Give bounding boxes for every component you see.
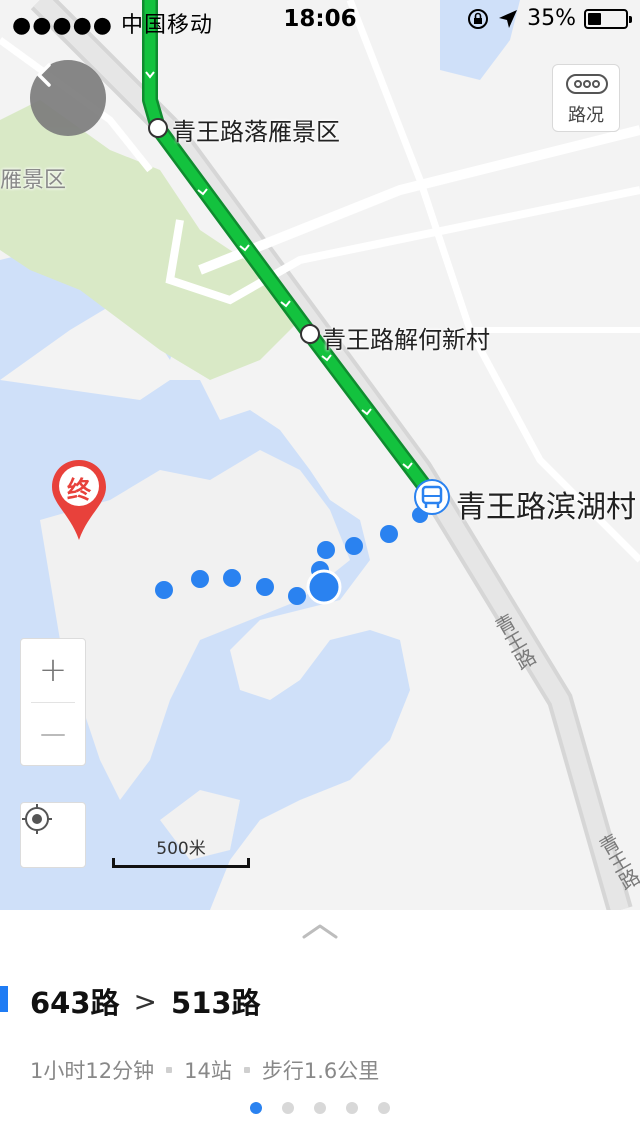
route-arrow: > bbox=[133, 984, 158, 1018]
route-walk: 步行1.6公里 bbox=[261, 1059, 380, 1083]
stop-marker bbox=[148, 118, 168, 138]
zoom-control: + — bbox=[20, 638, 86, 766]
route-summary[interactable]: 643路 > 513路 bbox=[30, 980, 261, 1022]
route-stops: 14站 bbox=[184, 1059, 232, 1083]
zoom-out-button[interactable]: — bbox=[21, 703, 85, 765]
traffic-button[interactable]: 路况 bbox=[552, 64, 620, 132]
stop-label-2: 青王路解何新村 bbox=[322, 326, 490, 354]
chevron-left-icon bbox=[37, 63, 51, 87]
route-from: 643路 bbox=[30, 986, 120, 1020]
end-marker[interactable]: 终 bbox=[48, 456, 110, 542]
locate-button[interactable] bbox=[20, 802, 86, 868]
location-arrow-icon bbox=[499, 9, 518, 28]
scale-bar bbox=[112, 858, 250, 868]
meta-separator bbox=[166, 1067, 173, 1073]
status-right: 35% bbox=[467, 6, 632, 31]
route-duration: 1小时12分钟 bbox=[30, 1059, 155, 1083]
battery-fill bbox=[588, 12, 601, 25]
battery-icon bbox=[584, 8, 632, 29]
back-button[interactable] bbox=[30, 60, 106, 136]
route-sheet[interactable]: 643路 > 513路 1小时12分钟 14站 步行1.6公里 bbox=[0, 910, 640, 1136]
route-meta: 1小时12分钟 14站 步行1.6公里 bbox=[30, 1055, 379, 1085]
area-label: 雁景区 bbox=[0, 168, 67, 193]
map-scale: 500米 bbox=[112, 832, 250, 870]
page-dot[interactable] bbox=[378, 1102, 390, 1114]
battery-percent: 35% bbox=[527, 6, 576, 31]
page-dot[interactable] bbox=[282, 1102, 294, 1114]
page-dot[interactable] bbox=[314, 1102, 326, 1114]
page-indicator[interactable] bbox=[0, 1102, 640, 1114]
route-to: 513路 bbox=[171, 986, 261, 1020]
meta-separator bbox=[243, 1067, 250, 1073]
rotation-lock-icon bbox=[468, 8, 489, 29]
traffic-button-label: 路况 bbox=[568, 105, 604, 126]
stop-label-3: 青王路滨湖村 bbox=[456, 490, 636, 525]
route-accent-bar bbox=[0, 986, 8, 1012]
scale-label: 500米 bbox=[156, 839, 206, 859]
stop-marker bbox=[300, 324, 320, 344]
page-dot[interactable] bbox=[250, 1102, 262, 1114]
page-dot[interactable] bbox=[346, 1102, 358, 1114]
current-location-marker bbox=[306, 569, 342, 605]
map-view[interactable]: 青王路落雁景区 青王路解何新村 青王路滨湖村 雁景区 青王路 青王路 终 路况 … bbox=[0, 0, 640, 910]
traffic-icon bbox=[566, 74, 608, 94]
locate-icon bbox=[22, 804, 52, 834]
end-marker-label: 终 bbox=[67, 476, 91, 504]
bus-stop-icon bbox=[414, 479, 450, 515]
stop-label-1: 青王路落雁景区 bbox=[172, 118, 340, 146]
chevron-up-icon[interactable] bbox=[302, 922, 338, 940]
zoom-in-button[interactable]: + bbox=[21, 639, 85, 701]
status-bar: ●●●●● 中国移动 18:06 35% bbox=[0, 0, 640, 40]
